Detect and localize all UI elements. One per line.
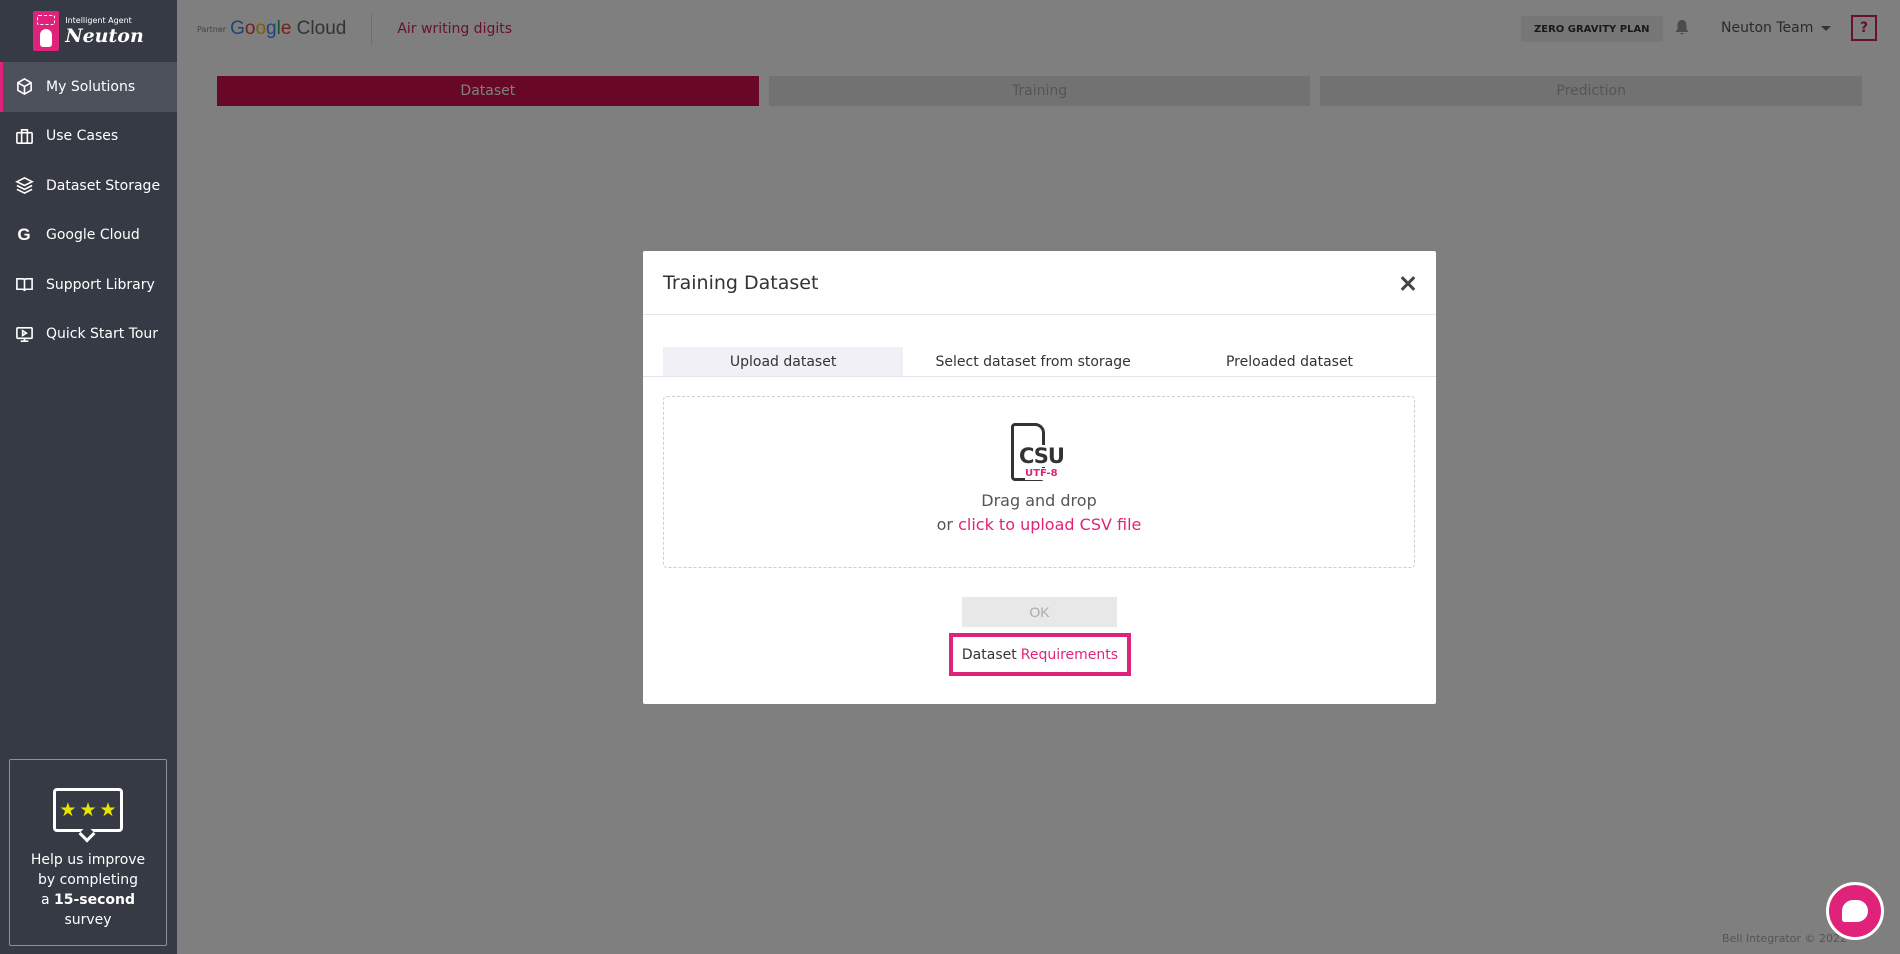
tab-upload-dataset[interactable]: Upload dataset: [663, 347, 904, 376]
modal-title: Training Dataset: [663, 271, 819, 294]
sidebar-item-google-cloud[interactable]: G Google Cloud: [0, 211, 177, 261]
sidebar-item-label: Use Cases: [46, 128, 119, 145]
file-dropzone[interactable]: CSU UTF-8 Drag and drop or click to uplo…: [663, 396, 1415, 568]
tab-preloaded-dataset[interactable]: Preloaded dataset: [1163, 347, 1416, 376]
book-icon: [14, 275, 34, 295]
survey-duration: 15-second: [54, 892, 136, 908]
training-dataset-modal: Training Dataset Upload dataset Select d…: [643, 251, 1436, 704]
sidebar-item-my-solutions[interactable]: My Solutions: [0, 62, 177, 112]
or-text: or: [936, 515, 953, 534]
briefcase-icon: [14, 126, 34, 146]
sidebar-item-label: My Solutions: [46, 78, 136, 95]
sidebar-item-label: Dataset Storage: [46, 177, 161, 194]
survey-text-2: by completing: [37, 872, 139, 888]
survey-card[interactable]: ★ ★ ★ Help us improve by completing a 15-s…: [9, 759, 167, 946]
file-format-label: CSU: [1019, 444, 1065, 468]
modal-header: Training Dataset: [643, 251, 1436, 315]
dataset-requirements: Dataset Requirements: [949, 633, 1131, 676]
logo-name: Neuton: [65, 24, 144, 47]
sidebar-item-dataset-storage[interactable]: Dataset Storage: [0, 161, 177, 211]
logo-tagline: Intelligent Agent: [65, 15, 132, 25]
cube-icon: [14, 77, 34, 97]
sidebar-item-label: Support Library: [46, 276, 155, 293]
requirements-prefix: Dataset: [961, 646, 1017, 663]
drag-drop-text: Drag and drop: [981, 491, 1097, 510]
upload-csv-link[interactable]: click to upload CSV file: [958, 515, 1141, 534]
neuton-logo-icon: [33, 11, 60, 51]
survey-text-1: Help us improve: [30, 852, 146, 868]
chat-bubble-icon: [1842, 900, 1868, 922]
sidebar-item-quick-start-tour[interactable]: Quick Start Tour: [0, 310, 177, 360]
play-screen-icon: [14, 324, 34, 344]
sidebar-item-label: Quick Start Tour: [46, 326, 159, 343]
chat-button[interactable]: [1826, 882, 1884, 940]
csv-file-icon: CSU UTF-8: [1009, 423, 1069, 485]
file-encoding-label: UTF-8: [1025, 468, 1058, 480]
dataset-source-tabs: Upload dataset Select dataset from stora…: [643, 347, 1436, 377]
sidebar: Intelligent Agent Neuton My Solutions Us…: [0, 0, 177, 954]
ok-button[interactable]: OK: [962, 597, 1117, 627]
copyright: Bell Integrator © 2022: [1721, 932, 1847, 945]
survey-text-3: a: [40, 892, 50, 908]
sidebar-item-support-library[interactable]: Support Library: [0, 260, 177, 310]
sidebar-item-use-cases[interactable]: Use Cases: [0, 112, 177, 162]
close-icon[interactable]: [1400, 275, 1416, 291]
survey-text-4: survey: [64, 912, 112, 928]
requirements-link[interactable]: Requirements: [1021, 647, 1118, 663]
sidebar-item-label: Google Cloud: [46, 227, 140, 244]
layers-icon: [14, 176, 34, 196]
neuton-logo[interactable]: Intelligent Agent Neuton: [0, 0, 177, 62]
google-g-icon: G: [17, 225, 31, 245]
rating-stars-icon: ★ ★ ★: [53, 788, 123, 843]
tab-select-from-storage[interactable]: Select dataset from storage: [903, 347, 1163, 376]
